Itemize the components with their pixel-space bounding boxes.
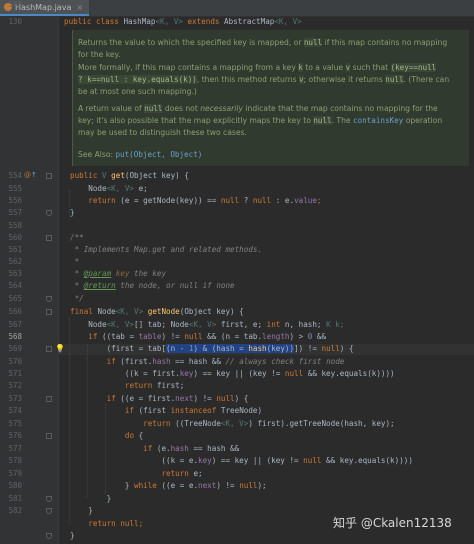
line-number: 581 bbox=[8, 494, 22, 503]
code-line[interactable]: } bbox=[70, 208, 75, 217]
line-number: 556 bbox=[8, 196, 22, 205]
line-number: 580 bbox=[8, 481, 22, 490]
code-line[interactable]: final Node<K, V> getNode(Object key) { bbox=[70, 307, 244, 316]
line-number: 569 bbox=[8, 344, 22, 353]
fold-marker-icon[interactable] bbox=[46, 433, 52, 439]
line-number: 558 bbox=[8, 221, 22, 230]
code-line[interactable]: if ((tab = table) != null && (n = tab.le… bbox=[70, 332, 326, 341]
doc-line: for the key. bbox=[78, 50, 121, 59]
doc-see-also: See Also: put(Object, Object) bbox=[78, 150, 203, 159]
code-line[interactable]: if (first instanceof TreeNode) bbox=[70, 406, 262, 415]
code-line[interactable]: if (e.hash == hash && bbox=[70, 444, 239, 453]
line-number: 563 bbox=[8, 269, 22, 278]
code-line[interactable]: } bbox=[70, 531, 75, 540]
line-number: 568 bbox=[8, 332, 22, 341]
bulb-icon[interactable]: 💡 bbox=[55, 344, 65, 353]
code-line[interactable]: return ((TreeNode<K, V>) first).getTreeN… bbox=[70, 419, 394, 428]
line-number: 564 bbox=[8, 281, 22, 290]
line-number: 570 bbox=[8, 357, 22, 366]
line-number: 566 bbox=[8, 307, 22, 316]
line-number: 572 bbox=[8, 381, 22, 390]
containskey-link[interactable]: containsKey bbox=[353, 116, 403, 125]
tab-label: HashMap.java bbox=[15, 2, 72, 12]
fold-marker-icon[interactable] bbox=[46, 235, 52, 241]
fold-end-marker-icon[interactable] bbox=[46, 496, 52, 502]
fold-marker-icon[interactable] bbox=[46, 396, 52, 402]
fold-end-marker-icon[interactable] bbox=[46, 296, 52, 302]
editor-tab-bar: HashMap.java × bbox=[0, 0, 474, 17]
code-line[interactable]: /** bbox=[70, 233, 84, 242]
code-line[interactable]: return first; bbox=[70, 381, 184, 390]
code-line[interactable]: ((k = e.key) == key || (key != null && k… bbox=[70, 456, 412, 465]
line-number: 555 bbox=[8, 184, 22, 193]
line-number: 579 bbox=[8, 469, 22, 478]
line-number: 578 bbox=[8, 456, 22, 465]
code-line[interactable]: } while ((e = e.next) != null); bbox=[70, 481, 267, 490]
fold-end-marker-icon[interactable] bbox=[46, 533, 52, 539]
class-declaration-line[interactable]: public class HashMap<K, V> extends Abstr… bbox=[64, 17, 302, 26]
code-line[interactable]: public V get(Object key) { bbox=[70, 171, 189, 180]
line-number: 565 bbox=[8, 294, 22, 303]
fold-marker-icon[interactable] bbox=[46, 346, 52, 352]
doc-line: More formally, if this map contains a ma… bbox=[78, 63, 437, 72]
fold-end-marker-icon[interactable] bbox=[46, 508, 52, 514]
override-icon[interactable]: @ bbox=[24, 171, 31, 180]
line-number: 560 bbox=[8, 233, 22, 242]
fold-marker-icon[interactable] bbox=[46, 173, 52, 179]
code-line[interactable]: } bbox=[70, 494, 112, 503]
code-line[interactable]: } bbox=[70, 506, 93, 515]
code-line[interactable]: return (e = getNode(key)) == null ? null… bbox=[70, 196, 321, 205]
code-line[interactable]: return null; bbox=[70, 519, 143, 528]
code-line[interactable]: if (first.hash == hash && // always chec… bbox=[70, 357, 345, 366]
code-line[interactable]: Node<K, V>[] tab; Node<K, V> first, e; i… bbox=[70, 320, 344, 329]
line-number: 562 bbox=[8, 257, 22, 266]
code-line[interactable]: * Implements Map.get and related methods… bbox=[70, 245, 262, 254]
line-number: 561 bbox=[8, 245, 22, 254]
line-number: 575 bbox=[8, 419, 22, 428]
doc-line: ? k==null : key.equals(k)), then this me… bbox=[78, 75, 450, 84]
code-line[interactable]: * @return the node, or null if none bbox=[70, 281, 235, 290]
code-line[interactable]: return e; bbox=[70, 469, 202, 478]
doc-line: key; it's also possible that the map exp… bbox=[78, 116, 443, 125]
doc-line: Returns the value to which the specified… bbox=[78, 38, 448, 47]
code-line[interactable]: if ((e = first.next) != null) { bbox=[70, 394, 249, 403]
line-number: 573 bbox=[8, 394, 22, 403]
doc-line: be at most one such mapping.) bbox=[78, 87, 197, 96]
fold-end-marker-icon[interactable] bbox=[46, 210, 52, 216]
code-line[interactable]: * bbox=[70, 257, 80, 266]
code-line-current[interactable]: (first = tab[(n - 1) & (hash = hash(key)… bbox=[70, 344, 354, 353]
fold-marker-icon[interactable] bbox=[46, 309, 52, 315]
code-line[interactable]: ((k = first.key) == key || (key != null … bbox=[70, 369, 395, 378]
implemented-icon[interactable]: ↑ bbox=[31, 171, 37, 180]
see-also-link[interactable]: put(Object, Object) bbox=[115, 150, 202, 159]
line-number: 567 bbox=[8, 320, 22, 329]
code-line[interactable]: */ bbox=[70, 294, 84, 303]
doc-line: A return value of null does not necessar… bbox=[78, 104, 438, 113]
code-line[interactable]: * @param key the key bbox=[70, 269, 166, 278]
line-number: 583 bbox=[8, 0, 22, 9]
close-icon[interactable]: × bbox=[76, 3, 83, 12]
line-number: 130 bbox=[8, 17, 22, 26]
line-number: 557 bbox=[8, 208, 22, 217]
line-number: 582 bbox=[8, 506, 22, 515]
line-number: 571 bbox=[8, 369, 22, 378]
doc-line: may be used to distinguish these two cas… bbox=[78, 128, 247, 137]
line-number: 554 bbox=[8, 171, 22, 180]
line-number: 576 bbox=[8, 431, 22, 440]
rendered-javadoc-block bbox=[72, 30, 469, 166]
line-number: 577 bbox=[8, 444, 22, 453]
code-line[interactable]: Node<K, V> e; bbox=[70, 184, 147, 193]
line-number: 574 bbox=[8, 406, 22, 415]
code-line[interactable]: do { bbox=[70, 431, 143, 440]
watermark-text: 知乎 @Ckalen12138 bbox=[333, 516, 452, 530]
